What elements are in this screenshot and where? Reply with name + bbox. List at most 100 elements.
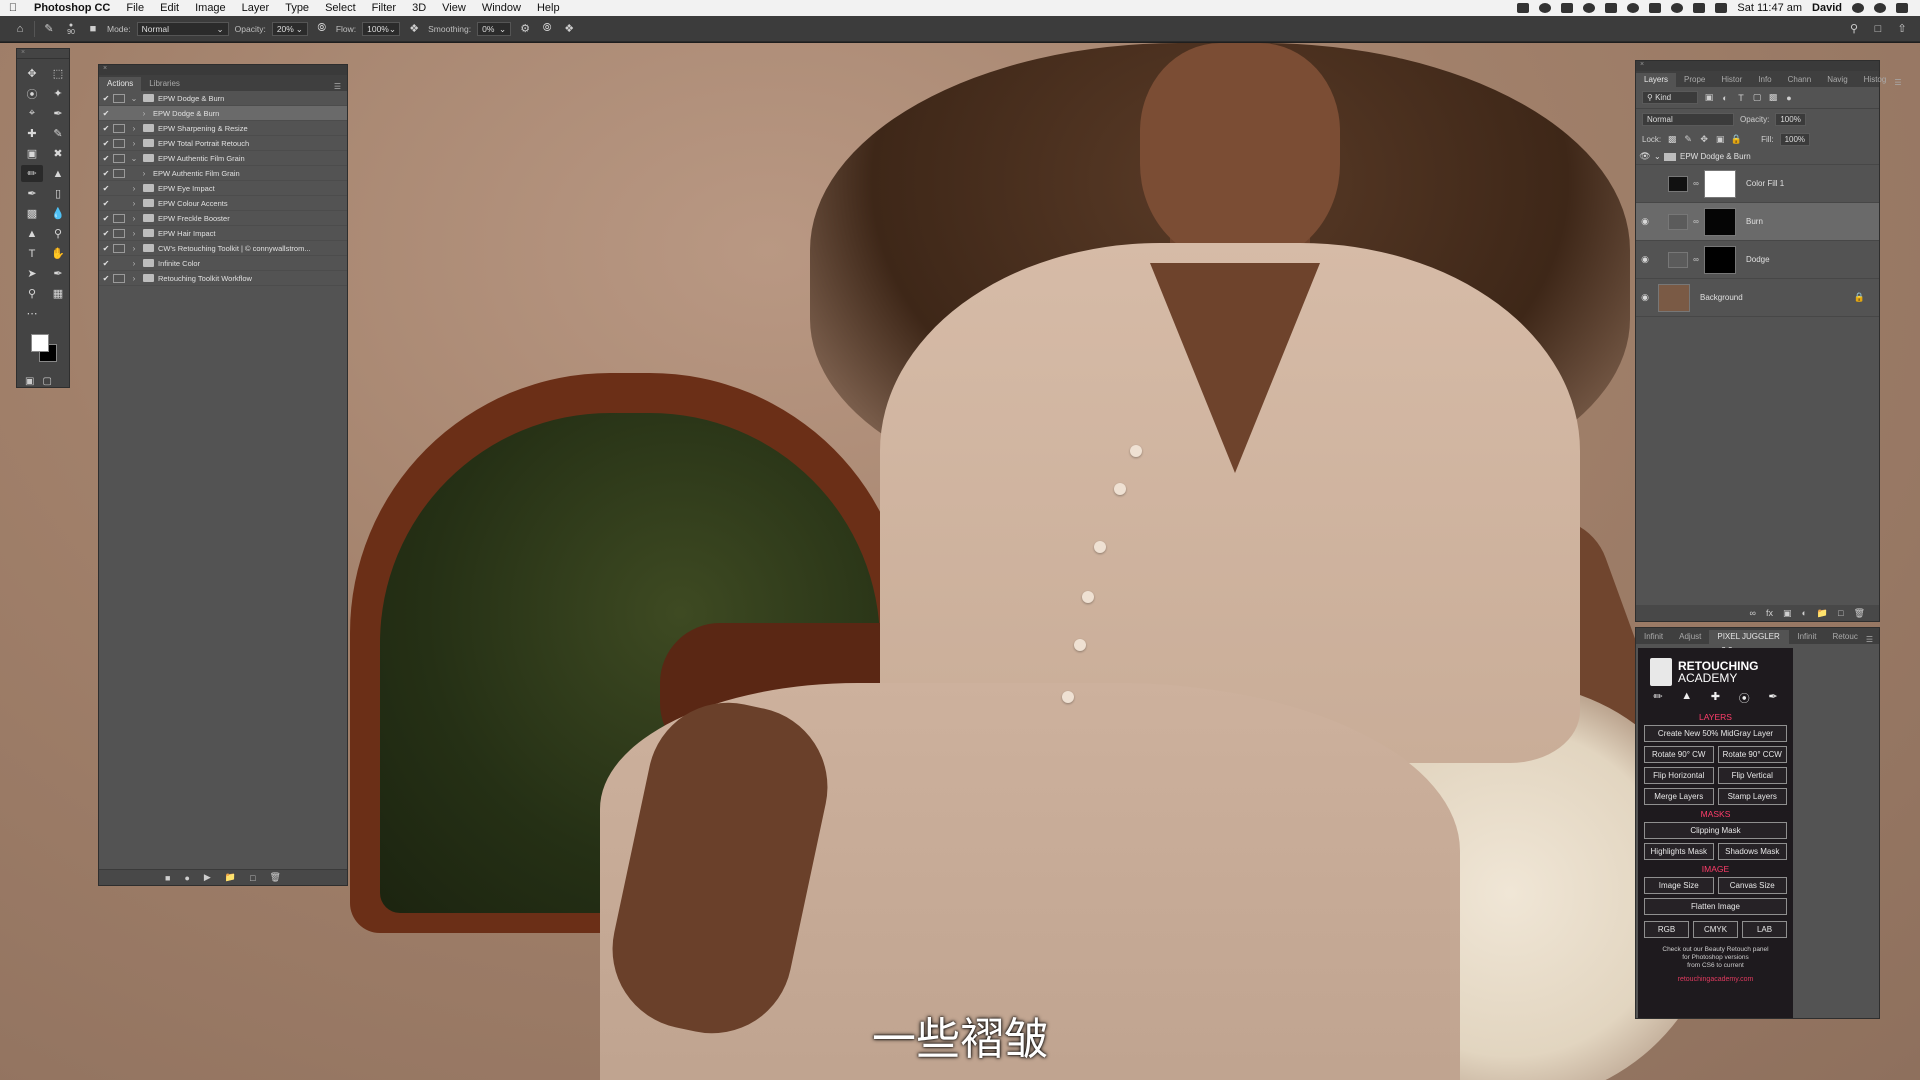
website-link[interactable]: retouchingacademy.com bbox=[1644, 976, 1787, 983]
action-row[interactable]: ✔ › Retouching Toolkit Workflow bbox=[99, 271, 347, 286]
dialog-toggle-icon[interactable] bbox=[113, 93, 125, 103]
eye-icon[interactable]: ◉ bbox=[1636, 292, 1654, 303]
path-select-tool-icon[interactable]: ➤ bbox=[21, 265, 43, 282]
layer-type-icon[interactable] bbox=[1668, 175, 1688, 192]
eye-icon[interactable]: 👁 bbox=[1636, 151, 1654, 162]
tab-infinite[interactable]: Infinit bbox=[1636, 630, 1671, 644]
wifi-icon[interactable] bbox=[1671, 3, 1684, 13]
share-icon[interactable]: ⇧ bbox=[1894, 21, 1910, 37]
checkmark-icon[interactable]: ✔ bbox=[99, 169, 113, 178]
dialog-toggle-icon[interactable] bbox=[113, 184, 125, 193]
content-aware-move-icon[interactable]: ✖ bbox=[47, 145, 69, 162]
action-row[interactable]: ✔ ⌄ EPW Authentic Film Grain bbox=[99, 151, 347, 166]
dialog-toggle-icon[interactable] bbox=[113, 213, 125, 223]
tab-adjustments[interactable]: Adjust bbox=[1671, 630, 1709, 644]
menu-select[interactable]: Select bbox=[317, 0, 364, 16]
rotate-ccw-button[interactable]: Rotate 90° CCW bbox=[1717, 746, 1787, 763]
checkmark-icon[interactable]: ✔ bbox=[99, 259, 113, 268]
volume-icon[interactable] bbox=[1693, 3, 1706, 13]
lock-transparent-icon[interactable]: ▩ bbox=[1667, 134, 1677, 144]
creative-cloud-icon[interactable] bbox=[1539, 3, 1552, 13]
menu-edit[interactable]: Edit bbox=[152, 0, 187, 16]
checkmark-icon[interactable]: ✔ bbox=[99, 244, 113, 253]
chevron-right-icon[interactable]: › bbox=[139, 109, 149, 118]
hand-tool-icon[interactable]: ✋ bbox=[47, 245, 69, 262]
opacity-field[interactable]: 20% ⌄ bbox=[271, 21, 308, 36]
pen-tool-icon[interactable]: ✒ bbox=[47, 265, 69, 282]
airbrush-icon[interactable]: ❖ bbox=[406, 21, 422, 37]
chevron-right-icon[interactable]: › bbox=[129, 229, 139, 238]
stop-icon[interactable]: ■ bbox=[165, 873, 170, 883]
layer-thumbnail[interactable] bbox=[1658, 283, 1690, 312]
smoothing-field[interactable]: 0% ⌄ bbox=[477, 21, 512, 36]
checkmark-icon[interactable]: ✔ bbox=[99, 229, 113, 238]
menu-image[interactable]: Image bbox=[187, 0, 234, 16]
chevron-right-icon[interactable]: › bbox=[129, 214, 139, 223]
gradient-tool-icon[interactable]: ▩ bbox=[21, 205, 43, 222]
record-icon[interactable]: ● bbox=[184, 873, 189, 883]
action-row[interactable]: ✔ › EPW Dodge & Burn bbox=[99, 106, 347, 121]
pressure-size-icon[interactable]: ⦾ bbox=[539, 21, 555, 37]
lock-image-icon[interactable]: ✎ bbox=[1683, 134, 1693, 144]
dialog-toggle-icon[interactable] bbox=[113, 259, 125, 268]
display-icon[interactable] bbox=[1605, 3, 1618, 13]
stamp-layers-button[interactable]: Stamp Layers bbox=[1717, 788, 1787, 805]
action-row[interactable]: ✔ ⌄ EPW Dodge & Burn bbox=[99, 91, 347, 106]
panel-menu-icon[interactable]: ☰ bbox=[1894, 78, 1907, 87]
screen-record-icon[interactable] bbox=[1517, 3, 1530, 13]
checkmark-icon[interactable]: ✔ bbox=[99, 94, 113, 103]
eye-icon[interactable]: ◉ bbox=[1636, 216, 1654, 227]
panel-menu-icon[interactable]: ☰ bbox=[1866, 635, 1879, 644]
new-group-icon[interactable]: 📁 bbox=[1817, 608, 1828, 619]
marquee-tool-icon[interactable]: ⬚ bbox=[47, 65, 69, 82]
checkmark-icon[interactable]: ✔ bbox=[99, 139, 113, 148]
checkmark-icon[interactable]: ✔ bbox=[99, 124, 113, 133]
workspace-icon[interactable]: □ bbox=[1870, 21, 1886, 37]
cmyk-button[interactable]: CMYK bbox=[1693, 921, 1738, 938]
adjustment-filter-icon[interactable]: ◐ bbox=[1720, 93, 1730, 103]
eyedropper-tool-icon[interactable]: ✒ bbox=[47, 105, 69, 122]
tab-infinite-2[interactable]: Infinit bbox=[1789, 630, 1824, 644]
chevron-right-icon[interactable]: › bbox=[129, 199, 139, 208]
chevron-down-icon[interactable]: ⌄ bbox=[129, 154, 139, 163]
new-set-folder-icon[interactable]: 📁 bbox=[225, 872, 236, 883]
shape-tool-icon[interactable]: ▦ bbox=[47, 285, 69, 302]
new-action-icon[interactable]: □ bbox=[250, 873, 255, 883]
menu-type[interactable]: Type bbox=[277, 0, 317, 16]
lasso-tool-icon[interactable]: ⦿ bbox=[21, 85, 43, 102]
layer-thumbnail[interactable] bbox=[1704, 245, 1736, 274]
action-row[interactable]: ✔ › EPW Hair Impact bbox=[99, 226, 347, 241]
layer-opacity-field[interactable]: 100% bbox=[1775, 112, 1806, 126]
tab-pixel-juggler[interactable]: PIXEL JUGGLER v2.2 bbox=[1709, 630, 1790, 655]
layer-name[interactable]: Burn bbox=[1746, 217, 1763, 226]
dialog-toggle-icon[interactable] bbox=[113, 153, 125, 163]
smoothing-options-gear-icon[interactable]: ⚙ bbox=[517, 21, 533, 37]
lock-artboard-icon[interactable]: ▣ bbox=[1715, 134, 1725, 144]
checkmark-icon[interactable]: ✔ bbox=[99, 274, 113, 283]
layer-row[interactable]: ◉ ∞ Burn bbox=[1636, 203, 1879, 241]
checkmark-icon[interactable]: ✔ bbox=[99, 214, 113, 223]
panel-topbar[interactable]: × bbox=[99, 65, 347, 75]
chevron-right-icon[interactable]: › bbox=[129, 184, 139, 193]
dialog-toggle-icon[interactable] bbox=[113, 199, 125, 208]
tab-histogram[interactable]: Histog bbox=[1856, 73, 1895, 87]
eye-icon[interactable]: ◉ bbox=[1636, 254, 1654, 265]
menu-window[interactable]: Window bbox=[474, 0, 529, 16]
layer-row[interactable]: ◉ ∞ Dodge bbox=[1636, 241, 1879, 279]
action-row[interactable]: ✔ › EPW Freckle Booster bbox=[99, 211, 347, 226]
crop-tool-icon[interactable]: ⌖ bbox=[21, 105, 43, 122]
panel-topbar[interactable]: × bbox=[1636, 61, 1879, 71]
clipping-mask-button[interactable]: Clipping Mask bbox=[1644, 822, 1787, 839]
highlights-mask-button[interactable]: Highlights Mask bbox=[1644, 843, 1714, 860]
user-name[interactable]: David bbox=[1812, 2, 1842, 14]
action-row[interactable]: ✔ › EPW Eye Impact bbox=[99, 181, 347, 196]
shadows-mask-button[interactable]: Shadows Mask bbox=[1717, 843, 1787, 860]
brush-size-picker[interactable]: ● 90 bbox=[63, 21, 79, 37]
checkmark-icon[interactable]: ✔ bbox=[99, 199, 113, 208]
lasso-icon[interactable]: ⦿ bbox=[1739, 690, 1750, 708]
brush-settings-icon[interactable]: ■ bbox=[85, 21, 101, 37]
kind-filter-select[interactable]: ⚲ Kind bbox=[1642, 91, 1698, 104]
blend-mode-select[interactable]: Normal bbox=[1642, 112, 1734, 126]
ruler-tool-icon[interactable]: ✎ bbox=[47, 125, 69, 142]
menu-file[interactable]: File bbox=[118, 0, 152, 16]
